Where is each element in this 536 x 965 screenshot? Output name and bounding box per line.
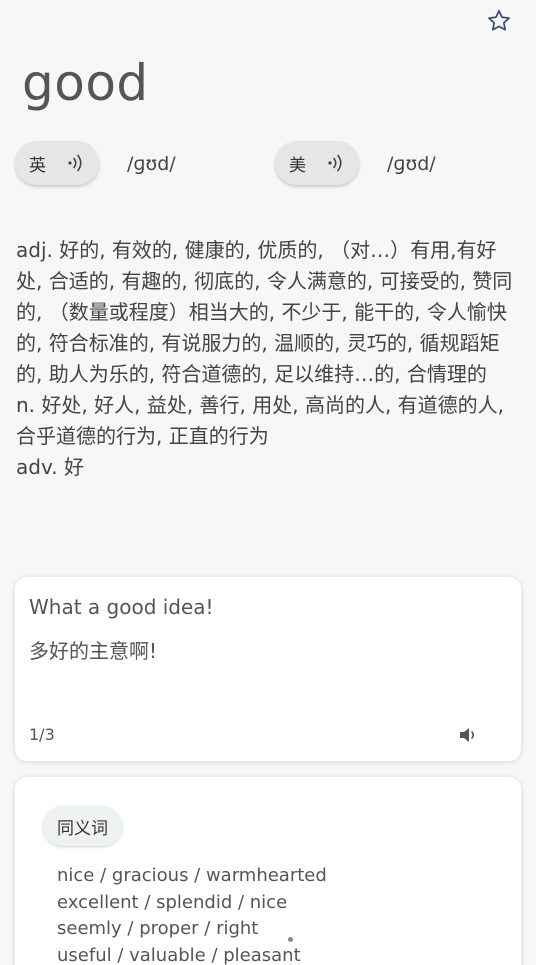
definitions: adj. 好的, 有效的, 健康的, 优质的, （对…）有用,有好处, 合适的,… [16,235,522,483]
definition-n: n. 好处, 好人, 益处, 善行, 用处, 高尚的人, 有道德的人, 合乎道德… [16,393,505,448]
definition-adv: adv. 好 [16,455,84,479]
synonym-line: nice / gracious / warmhearted [57,865,327,886]
favorite-star-icon[interactable] [484,6,514,36]
speaker-wave-icon [328,154,342,172]
synonyms-card: 同义词 nice / gracious / warmhearted excell… [15,777,521,965]
speaker-icon[interactable] [457,724,479,746]
example-english: What a good idea! [29,595,214,619]
uk-ipa: /ɡʊd/ [127,153,176,175]
example-page-indicator: 1/3 [29,725,55,744]
example-chinese: 多好的主意啊! [29,639,158,663]
scroll-indicator-dot [288,937,293,942]
synonyms-list: nice / gracious / warmhearted excellent … [57,863,327,965]
synonyms-tab[interactable]: 同义词 [43,806,122,846]
us-label: 美 [289,155,306,176]
example-card[interactable]: What a good idea! 多好的主意啊! 1/3 [15,577,521,761]
uk-label: 英 [29,155,46,176]
synonym-line: seemly / proper / right [57,918,259,939]
us-pronunciation-button[interactable]: 美 [275,141,359,185]
definition-adj: adj. 好的, 有效的, 健康的, 优质的, （对…）有用,有好处, 合适的,… [16,238,513,386]
synonym-line: excellent / splendid / nice [57,891,288,913]
speaker-wave-icon [68,154,82,172]
us-ipa: /ɡʊd/ [387,153,436,175]
synonym-line: useful / valuable / pleasant [57,944,301,965]
star-outline-icon [488,9,510,31]
headword: good [22,54,149,112]
uk-pronunciation-button[interactable]: 英 [15,141,99,185]
word-detail-page: good 英 /ɡʊd/ 美 /ɡʊd/ adj. 好的, 有效的, 健康的, … [0,0,536,965]
pronunciation-row: 英 /ɡʊd/ 美 /ɡʊd/ [0,141,536,187]
